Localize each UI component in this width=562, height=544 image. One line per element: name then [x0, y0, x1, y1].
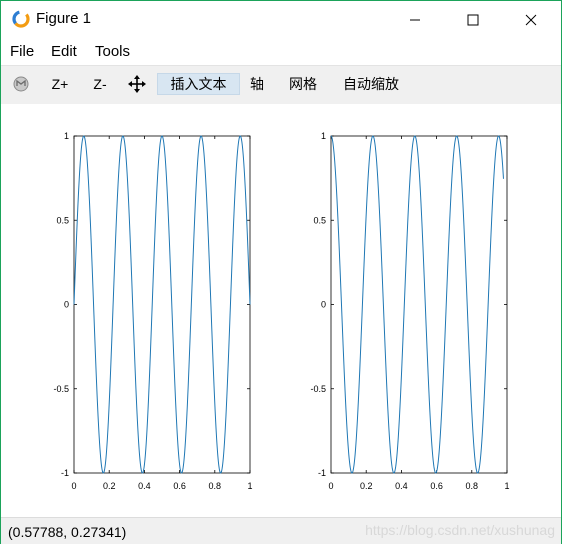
y-tick-label: 0 [321, 300, 326, 310]
y-tick-label: -1 [61, 468, 69, 478]
y-tick-label: 1 [321, 131, 326, 141]
insert-text-button[interactable]: 插入文本 [157, 73, 240, 95]
close-button[interactable] [508, 1, 554, 39]
x-tick-label: 0.6 [430, 481, 443, 491]
x-tick-label: 0.4 [395, 481, 408, 491]
menu-bar: File Edit Tools [1, 39, 561, 65]
y-tick-label: -1 [318, 468, 326, 478]
grid-button[interactable]: 网格 [285, 74, 321, 94]
octave-logo-icon [12, 10, 30, 28]
y-tick-label: 0.5 [56, 215, 69, 225]
watermark-text: https://blog.csdn.net/xushunag [365, 522, 555, 538]
y-tick-label: 0.5 [313, 215, 326, 225]
y-tick-label: 0 [64, 300, 69, 310]
rotate-button[interactable] [11, 74, 31, 94]
rotate-icon [13, 76, 29, 92]
figure-canvas[interactable]: 0 0.2 0.4 0.6 0.8 1 -1 -0.5 0 0.5 1 0 0.2 0.4 0.6 0.8 1 -… [1, 104, 561, 517]
toolbar: Z+ Z- 插入文本 轴 网格 自动缩放 [1, 65, 561, 105]
plot-1-series-line [73, 135, 251, 474]
autoscale-button[interactable]: 自动缩放 [337, 74, 405, 94]
close-icon [525, 14, 537, 26]
menu-tools[interactable]: Tools [95, 43, 130, 60]
plot-1-axes-box [73, 135, 251, 474]
zoom-in-button[interactable]: Z+ [45, 74, 75, 94]
plots-svg: 0 0.2 0.4 0.6 0.8 1 -1 -0.5 0 0.5 1 0 0.2 0.4 0.6 0.8 1 -… [53, 131, 509, 491]
window-title: Figure 1 [36, 10, 92, 27]
x-tick-label: 0.8 [466, 481, 479, 491]
x-tick-label: 0 [71, 481, 76, 491]
figure-window: Figure 1 File Edit Tools Z+ Z- 插入文本 轴 网格… [0, 0, 562, 544]
maximize-icon [467, 14, 479, 26]
y-tick-label: -0.5 [53, 384, 69, 394]
x-tick-label: 0 [328, 481, 333, 491]
x-tick-label: 0.4 [138, 481, 151, 491]
x-tick-label: 0.2 [103, 481, 116, 491]
minimize-icon [410, 19, 420, 21]
plot-2-series-line [330, 135, 504, 474]
menu-file[interactable]: File [10, 43, 34, 60]
x-tick-label: 0.8 [209, 481, 222, 491]
menu-edit[interactable]: Edit [51, 43, 77, 60]
x-tick-label: 0.6 [173, 481, 186, 491]
zoom-out-button[interactable]: Z- [85, 74, 115, 94]
x-tick-label: 0.2 [360, 481, 373, 491]
status-bar: (0.57788, 0.27341) https://blog.csdn.net… [1, 517, 561, 544]
x-tick-label: 1 [504, 481, 509, 491]
minimize-button[interactable] [392, 1, 438, 39]
title-bar[interactable]: Figure 1 [1, 1, 561, 39]
axis-button[interactable]: 轴 [247, 74, 267, 94]
maximize-button[interactable] [450, 1, 496, 39]
x-tick-label: 1 [247, 481, 252, 491]
y-tick-label: -0.5 [310, 384, 326, 394]
pan-button[interactable] [126, 74, 148, 94]
cursor-coordinates: (0.57788, 0.27341) [8, 524, 127, 540]
y-tick-label: 1 [64, 131, 69, 141]
pan-arrows-icon [128, 75, 146, 93]
